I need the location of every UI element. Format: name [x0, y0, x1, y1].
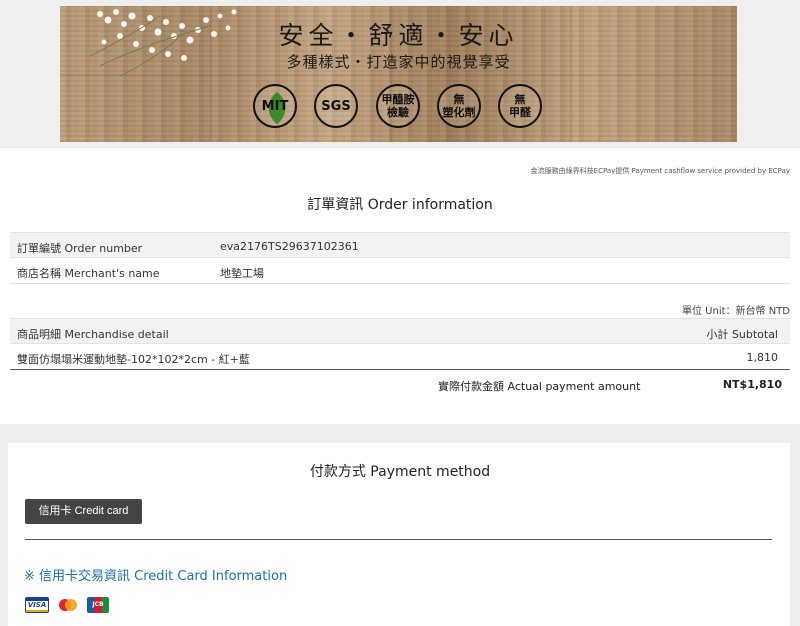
badge-line2: 甲醛	[509, 106, 531, 119]
actual-payment-value: NT$1,810	[722, 378, 782, 391]
payment-method-title: 付款方式 Payment method	[309, 464, 491, 480]
total-divider	[10, 369, 790, 370]
badge-line1: 甲醯胺	[381, 93, 415, 106]
sgs-badge-icon: SGS	[314, 84, 358, 128]
order-information-section: 金流服務由綠界科技ECPay提供 Payment cashflow servic…	[0, 148, 800, 424]
banner-title: 安全・舒適・安心	[278, 21, 519, 50]
badge-line1: MIT	[261, 98, 289, 114]
banner-area: 安全・舒適・安心 多種樣式・打造家中的視覺享受 MIT SGS 甲醯胺 檢驗 無…	[0, 0, 800, 148]
payment-divider	[25, 539, 772, 540]
badge-line1: 無	[453, 93, 465, 106]
item-subtotal: 1,810	[746, 351, 779, 364]
no-plasticizer-badge-icon: 無 塑化劑	[437, 84, 481, 128]
banner-subtitle: 多種樣式・打造家中的視覺享受	[286, 53, 511, 71]
actual-payment-label: 實際付款金額 Actual payment amount	[438, 380, 641, 393]
formamide-badge-icon: 甲醯胺 檢驗	[376, 84, 420, 128]
visa-card-icon: VISA	[25, 597, 49, 613]
mastercard-icon	[59, 599, 77, 611]
jcb-card-icon: JCB	[87, 597, 109, 613]
item-name: 雙面仿塌塌米運動地墊-102*102*2cm - 紅+藍	[17, 353, 250, 366]
mit-badge-icon: MIT	[253, 84, 297, 128]
payment-method-section: 付款方式 Payment method 信用卡 Credit card ※ 信用…	[8, 443, 790, 626]
order-number-value: eva2176TS29637102361	[220, 240, 359, 253]
credit-card-tab-button[interactable]: 信用卡 Credit card	[25, 499, 142, 524]
promo-banner: 安全・舒適・安心 多種樣式・打造家中的視覺享受 MIT SGS 甲醯胺 檢驗 無…	[60, 6, 737, 142]
badge-line2: 塑化劑	[442, 106, 476, 119]
jcb-label: JCB	[92, 601, 104, 608]
subtotal-header: 小計 Subtotal	[706, 328, 778, 341]
merchant-name-value: 地墊工場	[220, 267, 264, 280]
credit-card-info-title: ※ 信用卡交易資訊 Credit Card Information	[24, 569, 288, 584]
payment-provider-note: 金流服務由綠界科技ECPay提供 Payment cashflow servic…	[530, 167, 790, 175]
merchandise-header-row: 商品明細 Merchandise detail 小計 Subtotal	[10, 318, 790, 344]
merchant-name-label: 商店名稱 Merchant's name	[17, 267, 160, 280]
visa-label: VISA	[27, 601, 47, 609]
order-info-title: 訂單資訊 Order information	[307, 197, 493, 213]
order-number-row: 訂單編號 Order number eva2176TS29637102361	[10, 232, 790, 258]
merchandise-detail-header: 商品明細 Merchandise detail	[17, 328, 169, 341]
no-formaldehyde-badge-icon: 無 甲醛	[498, 84, 542, 128]
badge-line1: SGS	[321, 98, 351, 114]
currency-unit-note: 單位 Unit：新台幣 NTD	[681, 306, 790, 317]
merchant-name-row: 商店名稱 Merchant's name 地墊工場	[10, 258, 790, 284]
order-number-label: 訂單編號 Order number	[17, 242, 143, 255]
table-row: 雙面仿塌塌米運動地墊-102*102*2cm - 紅+藍 1,810	[10, 344, 790, 370]
badge-line1: 無	[514, 93, 526, 106]
badge-line2: 檢驗	[387, 106, 409, 119]
